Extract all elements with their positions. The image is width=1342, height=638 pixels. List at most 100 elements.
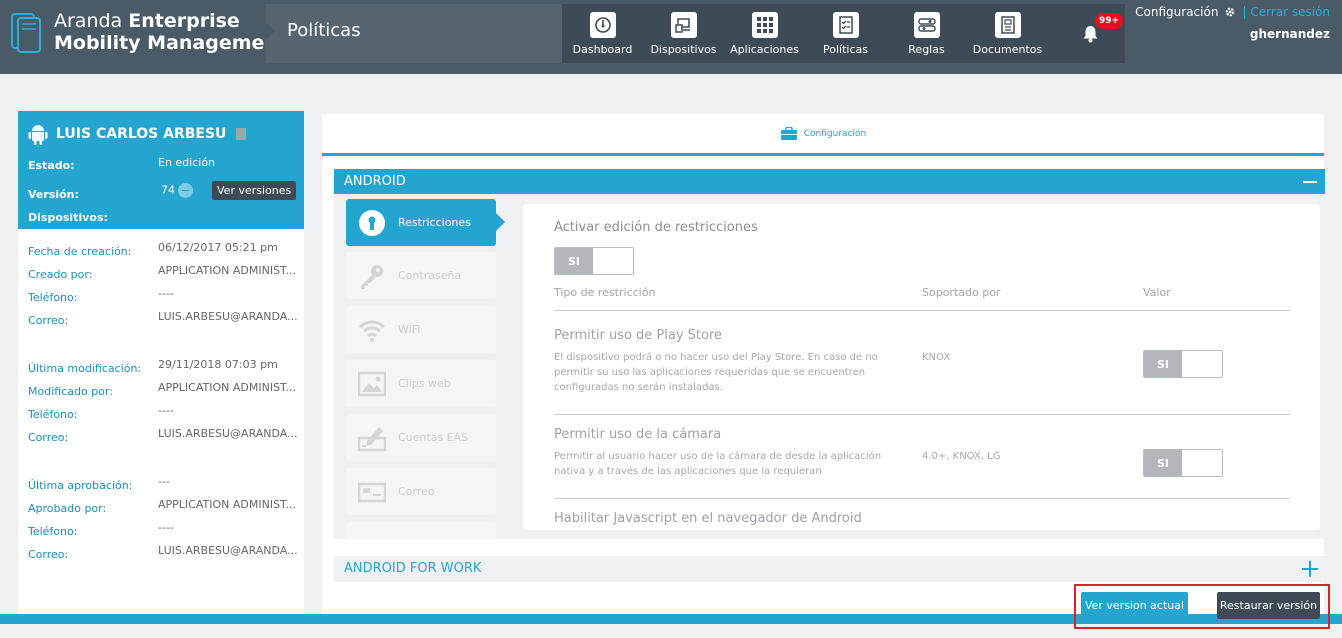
nav-dispositivos[interactable]: Dispositivos — [643, 4, 724, 63]
tab-configuracion[interactable]: Configuración — [322, 114, 1324, 156]
restaurar-version-button[interactable]: Restaurar versión — [1217, 592, 1320, 619]
info-label: Última modificación: — [28, 362, 142, 375]
user-menu: Configuración | Cerrar sesión ghernandez — [1135, 5, 1330, 41]
info-value: 29/11/2018 07:03 pm — [158, 358, 278, 371]
gear-icon[interactable] — [1224, 6, 1236, 18]
info-label: Última aprobación: — [28, 479, 133, 492]
wifi-icon — [358, 316, 386, 344]
nav-politicas-label: Políticas — [823, 43, 868, 56]
rules-icon — [913, 12, 940, 38]
row-divider — [554, 498, 1290, 499]
restriction-title: Permitir uso de la cámara — [554, 427, 722, 442]
row-divider — [554, 414, 1290, 415]
menu-clips-web-label: Clips web — [398, 377, 451, 390]
top-header: Aranda Enterprise Mobility Management Po… — [0, 0, 1342, 74]
nav-aplicaciones[interactable]: Aplicaciones — [724, 4, 805, 63]
info-value: APPLICATION ADMINIST... — [158, 381, 296, 394]
info-label: Teléfono: — [28, 408, 78, 421]
camera-toggle[interactable]: SI — [1143, 449, 1223, 477]
col-soportado-por: Soportado por — [922, 286, 1001, 299]
toggle-on-label: SI — [1144, 450, 1182, 476]
menu-correo-label: Correo — [398, 485, 435, 498]
info-label: Creado por: — [28, 268, 93, 281]
main-nav: Dashboard Dispositivos Aplicaciones Polí… — [562, 4, 1050, 63]
menu-cuentas-eas[interactable]: Cuentas EAS — [346, 414, 496, 461]
info-label: Modificado por: — [28, 385, 113, 398]
version-label: Versión: — [28, 188, 79, 201]
section-arrow — [266, 22, 275, 40]
briefcase-icon — [780, 126, 797, 140]
key-icon — [358, 262, 386, 290]
policy-profile-card: LUIS CARLOS ARBESU Estado: En edición Ve… — [18, 111, 304, 615]
brand-logo-block[interactable]: Aranda Enterprise Mobility Management — [10, 10, 287, 54]
notification-count-badge: 99+ — [1095, 13, 1124, 29]
policy-main-panel: Configuración ANDROID Restricciones Cont… — [322, 114, 1325, 614]
config-link[interactable]: Configuración — [1135, 5, 1218, 19]
ver-versiones-button[interactable]: Ver versiones — [212, 181, 297, 200]
android-section-header[interactable]: ANDROID — [334, 169, 1325, 194]
nav-dispositivos-label: Dispositivos — [650, 43, 717, 56]
toggle-on-label: SI — [1144, 351, 1182, 377]
mail-icon — [358, 478, 386, 506]
nav-documentos[interactable]: Documentos — [967, 4, 1048, 63]
info-value: LUIS.ARBESU@ARANDA... — [158, 427, 298, 440]
signature-icon — [358, 424, 386, 452]
version-toggle-icon[interactable] — [178, 183, 193, 198]
profile-header: LUIS CARLOS ARBESU Estado: En edición Ve… — [18, 111, 304, 229]
restrictions-panel: Activar edición de restricciones SI Tipo… — [523, 204, 1320, 530]
ver-version-actual-button[interactable]: Ver version actual — [1081, 592, 1188, 619]
menu-cuentas-eas-label: Cuentas EAS — [398, 431, 469, 444]
menu-wifi-label: WiFi — [398, 323, 421, 336]
android-for-work-header[interactable]: ANDROID FOR WORK — [334, 556, 1325, 582]
menu-restricciones-label: Restricciones — [398, 216, 471, 229]
page-title: Políticas — [287, 20, 361, 41]
username: ghernandez — [1249, 27, 1330, 41]
info-value: ---- — [158, 287, 174, 300]
info-label: Teléfono: — [28, 291, 78, 304]
col-valor: Valor — [1143, 286, 1171, 299]
estado-value: En edición — [158, 156, 216, 169]
image-icon — [358, 370, 386, 398]
android-icon — [28, 125, 48, 145]
policies-icon — [832, 12, 859, 38]
info-value: ---- — [158, 404, 174, 417]
tab-configuracion-label: Configuración — [803, 128, 867, 139]
menu-more[interactable] — [346, 522, 496, 539]
menu-wifi[interactable]: WiFi — [346, 306, 496, 353]
bell-icon — [1083, 26, 1098, 43]
aranda-logo-icon — [10, 10, 44, 54]
info-value: --- — [158, 475, 170, 488]
menu-correo[interactable]: Correo — [346, 468, 496, 515]
menu-restricciones[interactable]: Restricciones — [346, 199, 505, 246]
menu-contrasena[interactable]: Contraseña — [346, 252, 496, 299]
brand-name-bold: Enterprise — [128, 10, 240, 32]
android-for-work-title: ANDROID FOR WORK — [344, 561, 482, 576]
restriction-description: El dispositivo podrá o no hacer uso del … — [554, 352, 878, 393]
documents-icon — [994, 12, 1021, 38]
nav-reglas-label: Reglas — [908, 43, 945, 56]
brand-name-line2: Mobility Management — [54, 32, 288, 54]
nav-dashboard-label: Dashboard — [572, 43, 633, 56]
dashboard-icon — [589, 12, 616, 38]
nav-dashboard[interactable]: Dashboard — [562, 4, 643, 63]
info-value: APPLICATION ADMINIST... — [158, 264, 296, 277]
logout-link[interactable]: Cerrar sesión — [1250, 5, 1330, 19]
restrictions-edit-toggle[interactable]: SI — [554, 247, 634, 275]
android-section-content: Restricciones Contraseña WiFi Clips web … — [334, 194, 1325, 539]
policy-name: LUIS CARLOS ARBESU — [56, 126, 227, 142]
info-value: 06/12/2017 05:21 pm — [158, 241, 278, 254]
collapse-icon[interactable] — [1303, 181, 1317, 183]
menu-clips-web[interactable]: Clips web — [346, 360, 496, 407]
info-label: Correo: — [28, 548, 69, 561]
nav-reglas[interactable]: Reglas — [886, 4, 967, 63]
info-value: ---- — [158, 521, 174, 534]
info-value: LUIS.ARBESU@ARANDA... — [158, 544, 298, 557]
header-divider — [554, 310, 1290, 311]
notifications-button[interactable]: 99+ — [1050, 4, 1125, 63]
nav-aplicaciones-label: Aplicaciones — [730, 43, 799, 56]
playstore-toggle[interactable]: SI — [1143, 350, 1223, 378]
restriction-supported: 4.0+, KNOX, LG — [922, 451, 1001, 462]
devices-icon — [670, 12, 697, 38]
nav-politicas[interactable]: Políticas — [805, 4, 886, 63]
expand-plus-icon[interactable] — [1302, 561, 1318, 577]
